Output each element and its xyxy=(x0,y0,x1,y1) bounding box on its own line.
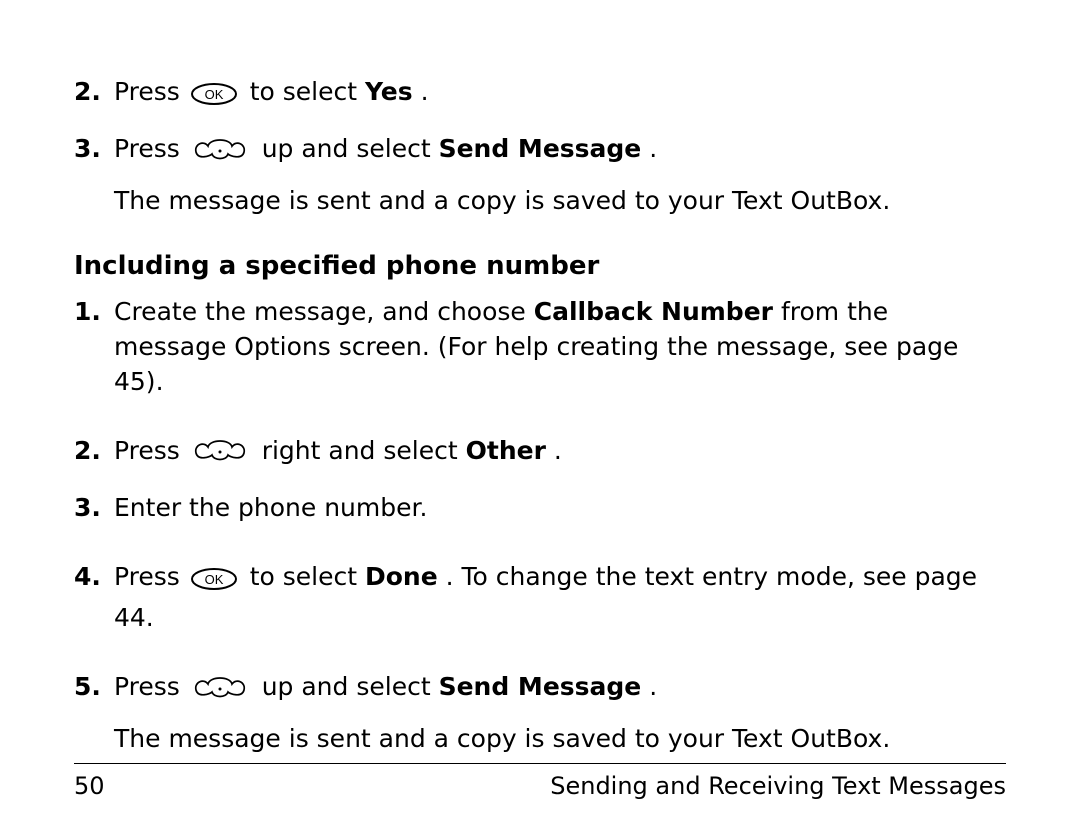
step-text-bold: Send Message xyxy=(439,672,642,701)
step-text: . xyxy=(554,436,562,465)
step-number: 2. xyxy=(74,74,114,115)
page-content: 2. Press OK to select Yes . 3. xyxy=(74,74,1006,756)
step-text-bold: Callback Number xyxy=(534,297,773,326)
list-item: 4. Press OK to select Done . To change t… xyxy=(74,559,1006,635)
list-item: 5. Press up and select Send Message . Th… xyxy=(74,669,1006,755)
nav-key-icon xyxy=(190,134,250,173)
step-text-bold: Done xyxy=(365,562,438,591)
step-text: Create the message, and choose xyxy=(114,297,534,326)
step-text-bold: Other xyxy=(466,436,546,465)
nav-key-icon xyxy=(190,435,250,474)
steps-list-a: 2. Press OK to select Yes . 3. xyxy=(74,74,1006,218)
step-text: Enter the phone number. xyxy=(114,493,427,522)
step-number: 2. xyxy=(74,433,114,474)
step-text: up and select xyxy=(262,134,439,163)
ok-button-icon: OK xyxy=(190,565,238,600)
list-item: 2. Press right and select Other . xyxy=(74,433,1006,474)
step-text: . xyxy=(649,134,657,163)
step-text: Press xyxy=(114,436,188,465)
step-body: Press right and select Other . xyxy=(114,433,1006,474)
list-item: 3. Press up and select Send Message . Th… xyxy=(74,131,1006,217)
steps-list-b: 1. Create the message, and choose Callba… xyxy=(74,294,1006,756)
step-text: . xyxy=(421,77,429,106)
step-body: Press OK to select Yes . xyxy=(114,74,1006,115)
page-footer: 50 Sending and Receiving Text Messages xyxy=(74,763,1006,800)
step-body: Press up and select Send Message . The m… xyxy=(114,131,1006,217)
ok-button-icon: OK xyxy=(190,80,238,115)
step-number: 1. xyxy=(74,294,114,399)
step-text-bold: Yes xyxy=(365,77,413,106)
list-item: 3. Enter the phone number. xyxy=(74,490,1006,525)
list-item: 1. Create the message, and choose Callba… xyxy=(74,294,1006,399)
step-text: . xyxy=(649,672,657,701)
step-result: The message is sent and a copy is saved … xyxy=(114,183,1006,218)
step-text: . To change the text entry mode, see pag… xyxy=(114,562,977,632)
step-text: Press xyxy=(114,77,188,106)
step-number: 4. xyxy=(74,559,114,635)
step-number: 5. xyxy=(74,669,114,755)
step-body: Press OK to select Done . To change the … xyxy=(114,559,1006,635)
step-text: Press xyxy=(114,134,188,163)
section-heading: Including a specified phone number xyxy=(74,248,1006,284)
nav-key-icon xyxy=(190,672,250,711)
step-body: Press up and select Send Message . The m… xyxy=(114,669,1006,755)
page-number: 50 xyxy=(74,772,105,800)
step-text: to select xyxy=(250,562,365,591)
list-item: 2. Press OK to select Yes . xyxy=(74,74,1006,115)
step-text: to select xyxy=(250,77,365,106)
step-result: The message is sent and a copy is saved … xyxy=(114,721,1006,756)
manual-page: 2. Press OK to select Yes . 3. xyxy=(0,0,1080,834)
step-number: 3. xyxy=(74,131,114,217)
step-text: up and select xyxy=(262,672,439,701)
step-text-bold: Send Message xyxy=(439,134,642,163)
step-number: 3. xyxy=(74,490,114,525)
step-text: Press xyxy=(114,672,188,701)
footer-section-title: Sending and Receiving Text Messages xyxy=(550,772,1006,800)
svg-text:OK: OK xyxy=(204,87,223,102)
step-text: Press xyxy=(114,562,188,591)
step-text: right and select xyxy=(262,436,466,465)
step-body: Enter the phone number. xyxy=(114,490,1006,525)
svg-text:OK: OK xyxy=(204,572,223,587)
step-body: Create the message, and choose Callback … xyxy=(114,294,1006,399)
